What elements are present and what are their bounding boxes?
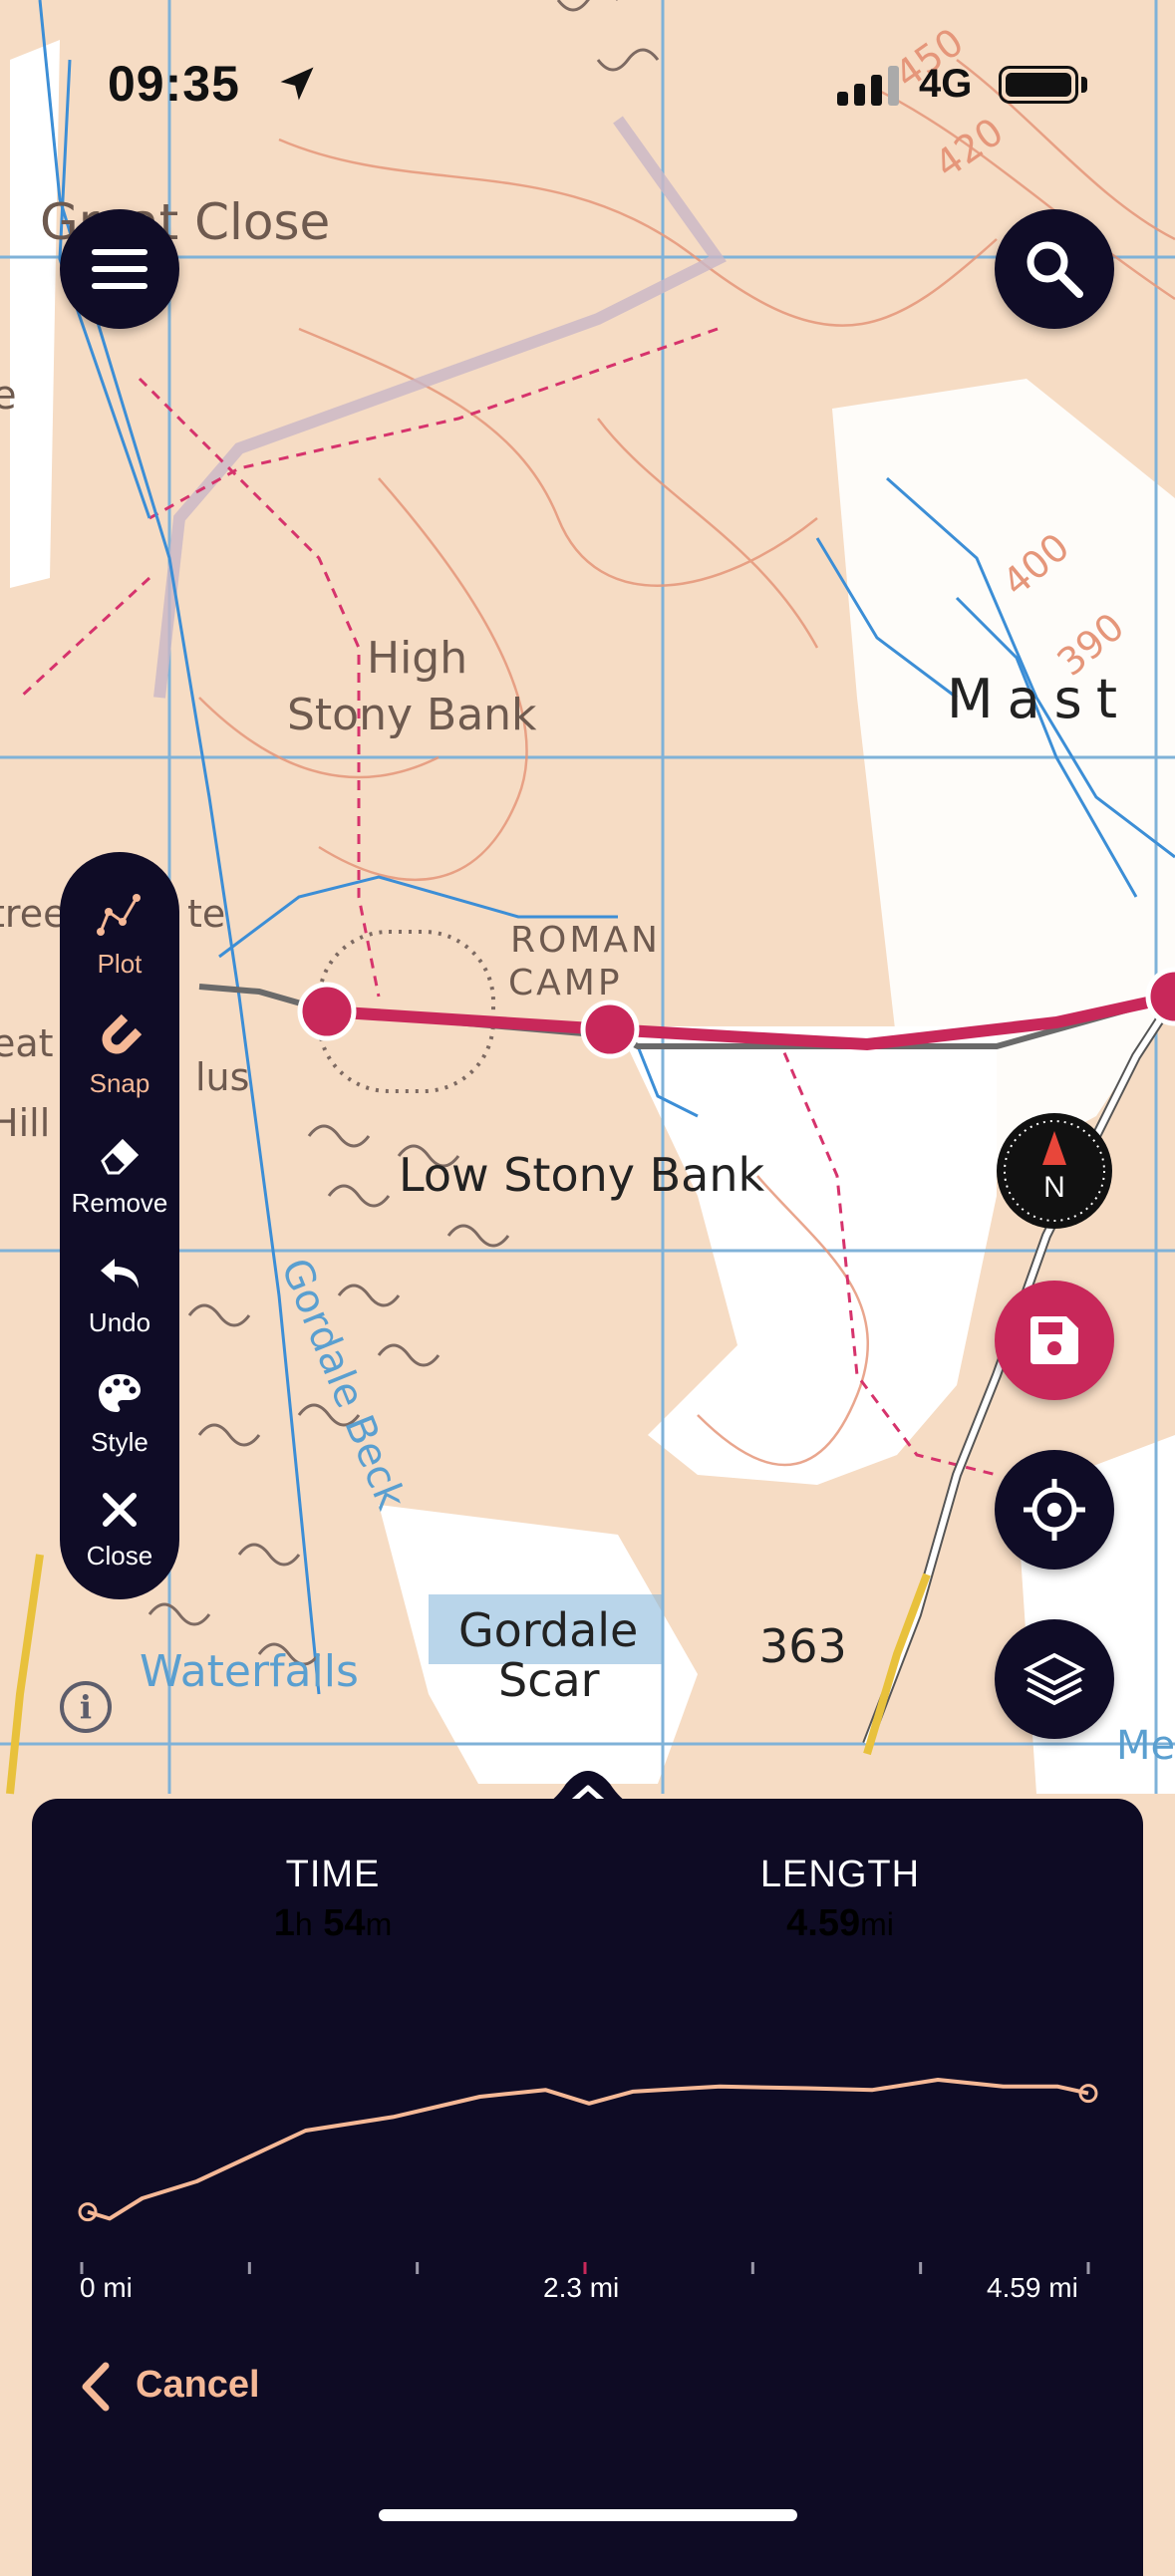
hamburger-icon [92, 249, 147, 289]
plot-icon [97, 894, 141, 936]
signal-icon [837, 66, 899, 106]
eraser-icon [101, 1138, 140, 1175]
compass-button[interactable]: N [997, 1113, 1112, 1229]
time-stat: TIME 1h 54m [153, 1854, 512, 1945]
route-point[interactable] [580, 1000, 640, 1059]
palette-icon [99, 1374, 141, 1412]
tool-label: Style [91, 1427, 148, 1457]
save-icon [1030, 1316, 1078, 1364]
undo-icon [101, 1259, 139, 1288]
map-label: Gordale [458, 1603, 638, 1657]
time-label: TIME [285, 1854, 381, 1895]
time-value: 1h 54m [273, 1902, 393, 1944]
style-tool[interactable]: Style [60, 1370, 179, 1458]
length-stat: LENGTH 4.59mi [661, 1854, 1020, 1945]
map-label: tree [0, 892, 66, 936]
layers-icon [1024, 1652, 1085, 1706]
map-label: lus [195, 1055, 249, 1099]
length-value: 4.59mi [786, 1902, 894, 1944]
tool-label: Close [86, 1541, 153, 1571]
crosshair-icon [1024, 1479, 1085, 1541]
search-icon [1027, 241, 1083, 298]
location-arrow-icon [280, 67, 314, 101]
compass-letter: N [1043, 1171, 1065, 1204]
locate-me-button[interactable] [995, 1450, 1114, 1570]
battery-icon [999, 66, 1078, 104]
map-label: Me [1116, 1723, 1175, 1769]
magnet-icon [102, 1013, 143, 1054]
length-label: LENGTH [759, 1854, 921, 1895]
map-label: e [0, 373, 17, 419]
map-info-button[interactable]: i [60, 1681, 112, 1733]
undo-tool[interactable]: Undo [60, 1251, 179, 1338]
menu-button[interactable] [60, 209, 179, 329]
map-label: Mast [947, 668, 1131, 730]
tool-label: Undo [88, 1307, 151, 1337]
map-label: High [367, 633, 467, 684]
map-label: ROMAN [510, 920, 661, 961]
x-tick-label: 4.59 mi [987, 2272, 1078, 2303]
tool-label: Remove [71, 1188, 168, 1218]
map-label: CAMP [508, 963, 623, 1003]
map-label: Stony Bank [287, 690, 537, 740]
map-label: 363 [759, 1619, 847, 1673]
compass-icon: N [1004, 1120, 1105, 1222]
elevation-profile-line [87, 2078, 1089, 2221]
network-label: 4G [919, 62, 973, 106]
search-button[interactable] [995, 209, 1114, 329]
snap-tool[interactable]: Snap [60, 1011, 179, 1099]
route-point[interactable] [297, 982, 357, 1041]
tool-label: Snap [89, 1068, 150, 1098]
close-icon [103, 1493, 137, 1527]
layers-button[interactable] [995, 1619, 1114, 1739]
status-time: 09:35 [108, 56, 240, 112]
close-tool[interactable]: Close [60, 1490, 179, 1572]
map-label: Low Stony Bank [399, 1148, 764, 1202]
map-label: Waterfalls [140, 1646, 359, 1697]
map-label: Hill [0, 1101, 50, 1145]
tool-label: Plot [97, 949, 143, 979]
elevation-profile-chart[interactable] [0, 2033, 1175, 2302]
map-label: eat [0, 1021, 54, 1065]
save-route-button[interactable] [995, 1281, 1114, 1400]
home-indicator [379, 2509, 797, 2521]
cancel-button[interactable]: Cancel [78, 2362, 260, 2412]
status-bar: 09:35 4G [0, 0, 1175, 149]
x-tick-label: 0 mi [80, 2272, 133, 2303]
map-label: te [187, 892, 225, 936]
chevron-left-icon [82, 2362, 110, 2412]
x-tick-label: 2.3 mi [543, 2272, 620, 2303]
plot-tool[interactable]: Plot [60, 892, 179, 980]
map-label: Scar [498, 1653, 600, 1707]
route-toolbar: Plot Snap Remove Undo Style Close [60, 852, 179, 1599]
remove-tool[interactable]: Remove [60, 1131, 179, 1219]
info-icon: i [79, 1688, 93, 1726]
